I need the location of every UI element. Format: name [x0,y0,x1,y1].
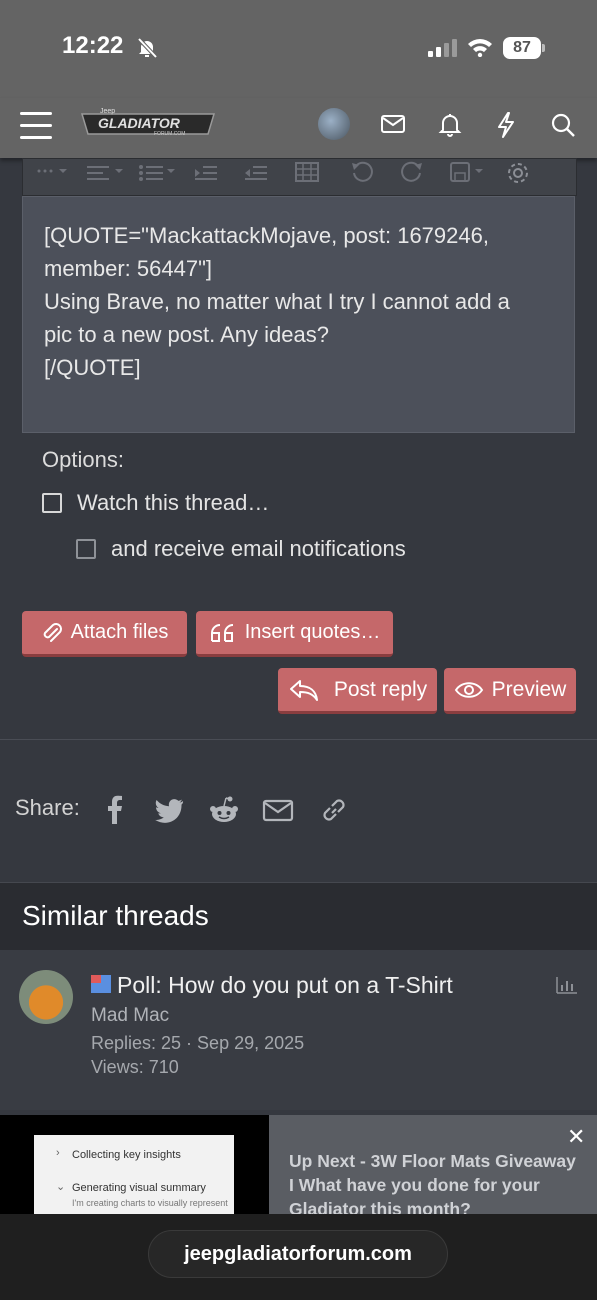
quote-icon [210,623,233,642]
wifi-icon [468,39,492,57]
logo-badge: Jeep [100,108,115,115]
undo-icon[interactable] [349,161,375,183]
editor-line: member: 56447"] [44,256,213,281]
email-notifications-checkbox[interactable] [76,539,96,559]
table-icon[interactable] [295,161,319,183]
status-bar: 12:22 87 [0,0,597,98]
cellular-signal-icon [428,39,457,57]
site-header: Jeep GLADIATOR FORUM.COM [0,98,597,158]
editor-toolbar [22,158,577,196]
preview-button[interactable]: Preview [444,668,576,714]
preview-label: Preview [491,677,567,701]
more-options-icon[interactable] [33,161,69,183]
poll-chart-icon [556,977,577,994]
video-ad-banner[interactable]: › Collecting key insights ⌄ Generating v… [0,1115,597,1215]
post-reply-label: Post reply [333,677,428,701]
eye-icon [454,681,483,698]
redo-icon[interactable] [399,161,425,183]
bell-icon[interactable] [438,111,462,139]
battery-tip [542,44,545,52]
search-icon[interactable] [550,111,576,139]
share-label: Share: [15,795,80,820]
inbox-icon[interactable] [381,111,405,137]
settings-gear-icon[interactable] [505,161,531,185]
reddit-icon[interactable] [208,795,240,825]
thumb-line: Generating visual summary [72,1182,206,1194]
facebook-icon[interactable] [104,795,124,825]
similar-threads-header: Similar threads [0,882,597,951]
outdent-icon[interactable] [243,161,269,183]
reply-editor[interactable]: [QUOTE="MackattackMojave, post: 1679246,… [22,196,575,433]
attach-files-label: Attach files [70,621,169,643]
thread-meta: Replies: 25 · Sep 29, 2025 [91,1033,305,1053]
editor-line: [/QUOTE] [44,355,141,380]
post-reply-button[interactable]: Post reply [278,668,437,714]
up-next-headline[interactable]: Up Next - 3W Floor Mats Giveaway I What … [289,1149,579,1215]
thumb-line: Collecting key insights [72,1149,181,1161]
similar-threads-title: Similar threads [22,900,209,931]
logo-sub: FORUM.COM [154,131,185,137]
section-divider [0,739,597,740]
watch-thread-option[interactable]: Watch this thread… [42,490,269,516]
thread-author-avatar[interactable] [19,970,73,1024]
thread-author[interactable]: Mad Mac [91,1005,169,1027]
similar-thread-item[interactable]: Poll: How do you put on a T-Shirt Mad Ma… [0,950,597,1110]
email-notifications-option[interactable]: and receive email notifications [76,536,406,562]
editor-line: [QUOTE="MackattackMojave, post: 1679246, [44,223,489,248]
watch-thread-checkbox[interactable] [42,493,62,513]
chevron-down-icon: ⌄ [56,1181,66,1193]
twitter-icon[interactable] [153,795,185,825]
email-share-icon[interactable] [262,795,294,825]
thread-views: Views: 710 [91,1057,179,1077]
user-avatar[interactable] [318,108,350,140]
email-notifications-label: and receive email notifications [111,536,406,561]
align-icon[interactable] [85,161,125,183]
thread-title[interactable]: Poll: How do you put on a T-Shirt [117,972,453,999]
reply-arrow-icon [289,679,318,701]
link-icon[interactable] [318,795,350,825]
attach-files-button[interactable]: Attach files [22,611,187,657]
options-label: Options: [42,447,124,472]
editor-line: Using Brave, no matter what I try I cann… [44,289,510,314]
site-logo[interactable]: Jeep GLADIATOR FORUM.COM [80,108,218,140]
indent-icon[interactable] [193,161,219,183]
silent-mode-icon [137,37,158,59]
video-thumbnail[interactable]: › Collecting key insights ⌄ Generating v… [34,1135,234,1215]
browser-address-bar: jeepgladiatorforum.com [0,1214,597,1300]
thumb-line: I'm creating charts to visually represen… [72,1198,228,1208]
insert-quotes-button[interactable]: Insert quotes… [196,611,393,657]
insert-quotes-label: Insert quotes… [244,621,381,643]
whats-new-icon[interactable] [495,111,517,139]
editor-line: pic to a new post. Any ideas? [44,322,329,347]
logo-text: GLADIATOR [98,115,181,131]
save-draft-icon[interactable] [449,161,489,183]
watch-thread-label: Watch this thread… [77,490,270,515]
menu-icon[interactable] [20,112,52,140]
url-field[interactable]: jeepgladiatorforum.com [148,1230,448,1278]
chevron-right-icon: › [56,1147,60,1159]
poll-prefix-icon [91,975,111,993]
paperclip-icon [43,622,62,642]
clock: 12:22 [62,32,124,59]
close-icon[interactable]: ✕ [567,1124,585,1150]
up-next-panel[interactable]: Up Next - 3W Floor Mats Giveaway I What … [269,1115,597,1215]
battery-indicator: 87 [503,37,541,59]
list-icon[interactable] [137,161,177,183]
